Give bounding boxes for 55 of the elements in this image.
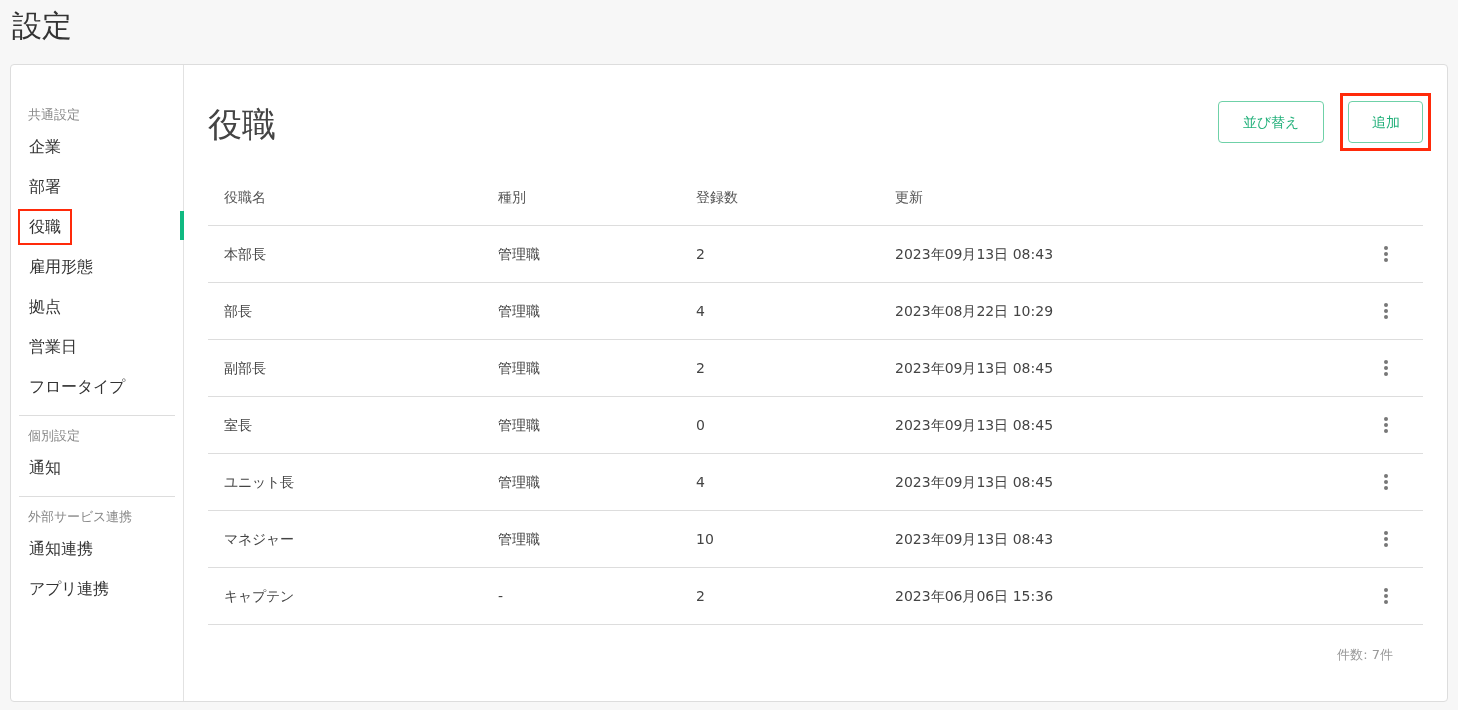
table-cell: 2023年08月22日 10:29 (895, 302, 1054, 319)
table-cell: 管理職 (498, 245, 540, 262)
table-cell: 0 (696, 416, 705, 433)
table-cell: 副部長 (224, 359, 266, 376)
table-cell: 本部長 (224, 245, 266, 262)
sidebar-item[interactable]: 通知連携 (18, 531, 104, 567)
page-title: 設定 (11, 7, 72, 45)
table-cell: 管理職 (498, 530, 540, 547)
sidebar-item[interactable]: 企業 (18, 129, 72, 165)
section-heading: 外部サービス連携 (28, 508, 132, 527)
table-cell: 2 (696, 359, 705, 376)
table-cell: 管理職 (498, 359, 540, 376)
table-cell: 部長 (224, 302, 252, 319)
sidebar-item[interactable]: 部署 (18, 169, 72, 205)
sidebar-item[interactable]: フロータイプ (18, 369, 136, 405)
column-header: 更新 (895, 188, 923, 205)
table-cell: 2023年09月13日 08:45 (895, 359, 1054, 376)
more-options-icon[interactable] (1384, 360, 1390, 376)
table-cell: 2 (696, 587, 705, 604)
more-options-icon[interactable] (1384, 474, 1390, 490)
column-header: 登録数 (696, 188, 738, 205)
more-options-icon[interactable] (1384, 303, 1390, 319)
table-cell: 2023年09月13日 08:45 (895, 473, 1054, 490)
table-cell: - (498, 587, 504, 604)
sidebar-item[interactable]: 営業日 (18, 329, 88, 365)
sidebar-item[interactable]: アプリ連携 (18, 571, 120, 607)
table-cell: 管理職 (498, 416, 540, 433)
table-cell: 2023年06月06日 15:36 (895, 587, 1054, 604)
column-header: 種別 (498, 188, 526, 205)
table-cell: 2 (696, 245, 705, 262)
table-cell: 2023年09月13日 08:43 (895, 245, 1054, 262)
sidebar-item[interactable]: 役職 (18, 209, 72, 245)
sidebar-item[interactable]: 通知 (18, 450, 72, 486)
table-cell: 管理職 (498, 302, 540, 319)
table-cell: 2023年09月13日 08:45 (895, 416, 1054, 433)
sidebar-item[interactable]: 拠点 (18, 289, 72, 325)
table-cell: キャプテン (224, 587, 294, 604)
more-options-icon[interactable] (1384, 531, 1390, 547)
section-heading: 共通設定 (28, 106, 80, 125)
more-options-icon[interactable] (1384, 417, 1390, 433)
table-cell: 管理職 (498, 473, 540, 490)
table-cell: ユニット長 (224, 473, 294, 490)
sidebar-item[interactable]: 雇用形態 (18, 249, 104, 285)
record-count: 件数: 7件 (1337, 646, 1393, 664)
table-cell: 室長 (224, 416, 252, 433)
table-cell: 2023年09月13日 08:43 (895, 530, 1054, 547)
table-cell: 4 (696, 473, 705, 490)
more-options-icon[interactable] (1384, 588, 1390, 604)
table-cell: マネジャー (224, 530, 294, 547)
section-heading: 個別設定 (28, 427, 80, 446)
more-options-icon[interactable] (1384, 246, 1390, 262)
content-title: 役職 (208, 102, 276, 146)
column-header: 役職名 (224, 188, 266, 205)
table-cell: 4 (696, 302, 705, 319)
table-cell: 10 (696, 530, 714, 547)
